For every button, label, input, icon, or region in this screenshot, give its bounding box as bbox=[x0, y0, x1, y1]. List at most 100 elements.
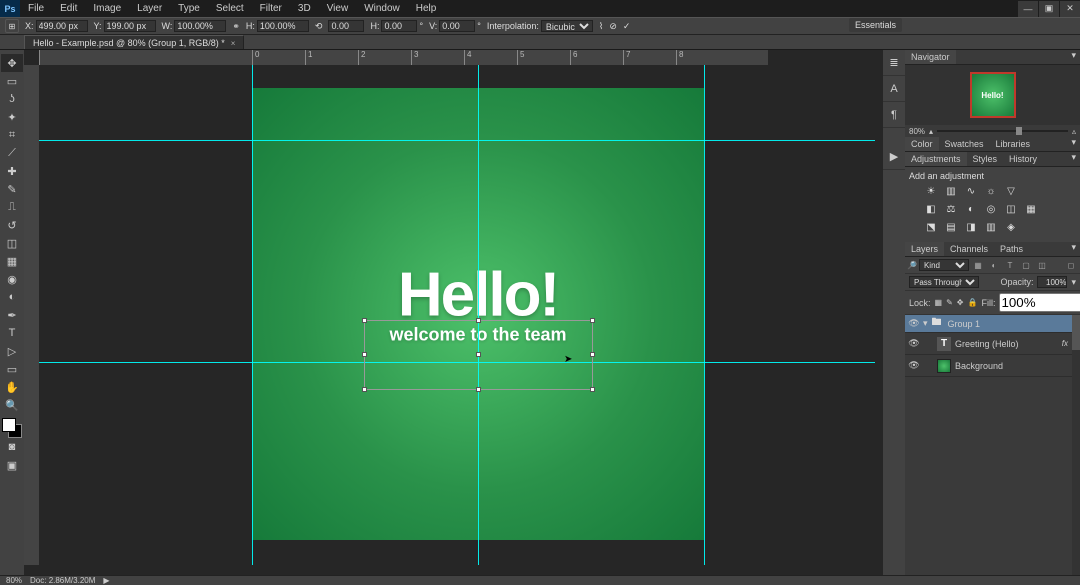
layer-filter-kind[interactable]: Kind bbox=[919, 259, 969, 271]
threshold-icon[interactable]: ◨ bbox=[964, 220, 978, 234]
commit-transform-icon[interactable]: ✓ bbox=[623, 21, 631, 32]
character-icon[interactable]: A bbox=[883, 76, 905, 102]
layer-name[interactable]: Background bbox=[955, 361, 1003, 371]
foreground-background-colors[interactable] bbox=[2, 418, 22, 438]
document-tab[interactable]: Hello - Example.psd @ 80% (Group 1, RGB/… bbox=[24, 35, 244, 49]
menu-type[interactable]: Type bbox=[170, 3, 208, 14]
navigator-panel[interactable]: Hello! bbox=[905, 65, 1080, 125]
hue-sat-icon[interactable]: ◧ bbox=[924, 202, 938, 216]
swatches-tab[interactable]: Swatches bbox=[939, 137, 990, 151]
marquee-tool[interactable]: ▭ bbox=[1, 72, 23, 90]
opacity-dropdown-icon[interactable]: ▾ bbox=[1071, 277, 1076, 288]
free-transform-box[interactable] bbox=[364, 320, 593, 390]
transform-handle[interactable] bbox=[362, 387, 367, 392]
layer-name[interactable]: Group 1 bbox=[948, 319, 981, 329]
fill-input[interactable] bbox=[999, 293, 1080, 312]
blend-mode-select[interactable]: Pass Through bbox=[909, 276, 979, 288]
shape-tool[interactable]: ▭ bbox=[1, 360, 23, 378]
libraries-tab[interactable]: Libraries bbox=[990, 137, 1037, 151]
transform-handle[interactable] bbox=[590, 352, 595, 357]
lock-transparency-icon[interactable]: ▦ bbox=[935, 297, 943, 309]
h-input[interactable] bbox=[257, 20, 309, 32]
warp-mode-icon[interactable]: ⌇ bbox=[599, 21, 603, 32]
layer-effects-badge[interactable]: fx bbox=[1062, 339, 1068, 348]
link-wh-icon[interactable]: ⚭ bbox=[232, 21, 240, 32]
color-tab[interactable]: Color bbox=[905, 137, 939, 151]
filter-adjust-icon[interactable]: ◐ bbox=[987, 259, 1001, 271]
menu-layer[interactable]: Layer bbox=[129, 3, 170, 14]
blur-tool[interactable]: ◉ bbox=[1, 270, 23, 288]
panel-menu-icon[interactable]: ▾ bbox=[1067, 152, 1080, 166]
pen-tool[interactable]: ✒ bbox=[1, 306, 23, 324]
panel-menu-icon[interactable]: ▾ bbox=[1067, 242, 1080, 256]
styles-tab[interactable]: Styles bbox=[967, 152, 1004, 166]
menu-view[interactable]: View bbox=[319, 3, 357, 14]
zoom-in-icon[interactable]: ▵ bbox=[1072, 127, 1076, 136]
menu-file[interactable]: File bbox=[20, 3, 52, 14]
horizontal-ruler[interactable]: 012345678 bbox=[39, 50, 768, 65]
levels-icon[interactable]: ▥ bbox=[944, 184, 958, 198]
history-brush-tool[interactable]: ↺ bbox=[1, 216, 23, 234]
menu-3d[interactable]: 3D bbox=[290, 3, 319, 14]
history-icon[interactable]: ≣ bbox=[883, 50, 905, 76]
visibility-toggle-icon[interactable]: 👁 bbox=[905, 318, 923, 329]
layer-name[interactable]: Greeting (Hello) bbox=[955, 339, 1019, 349]
reference-point-widget[interactable]: ⊞ bbox=[5, 19, 19, 33]
w-input[interactable] bbox=[174, 20, 226, 32]
x-input[interactable] bbox=[36, 20, 88, 32]
path-selection-tool[interactable]: ▷ bbox=[1, 342, 23, 360]
filter-toggle-icon[interactable]: ◻ bbox=[1064, 259, 1078, 271]
hand-tool[interactable]: ✋ bbox=[1, 378, 23, 396]
move-tool[interactable]: ✥ bbox=[1, 54, 23, 72]
visibility-toggle-icon[interactable]: 👁 bbox=[905, 360, 923, 371]
close-button[interactable]: ✕ bbox=[1060, 1, 1080, 17]
actions-icon[interactable]: ▶ bbox=[883, 144, 905, 170]
foreground-color-swatch[interactable] bbox=[2, 418, 16, 432]
screen-mode-toggle[interactable]: ▣ bbox=[1, 456, 23, 474]
filter-pixel-icon[interactable]: ▦ bbox=[971, 259, 985, 271]
quick-mask-toggle[interactable]: ◙ bbox=[1, 438, 23, 456]
menu-image[interactable]: Image bbox=[85, 3, 129, 14]
adjustments-tab[interactable]: Adjustments bbox=[905, 152, 967, 166]
transform-handle[interactable] bbox=[362, 352, 367, 357]
color-balance-icon[interactable]: ⚖ bbox=[944, 202, 958, 216]
transform-handle[interactable] bbox=[590, 387, 595, 392]
channel-mixer-icon[interactable]: ◫ bbox=[1004, 202, 1018, 216]
paragraph-icon[interactable]: ¶ bbox=[883, 102, 905, 128]
transform-handle[interactable] bbox=[476, 318, 481, 323]
healing-brush-tool[interactable]: ✚ bbox=[1, 162, 23, 180]
document-viewport[interactable]: Hello! welcome to the team bbox=[39, 65, 875, 565]
navigator-tab[interactable]: Navigator bbox=[905, 50, 956, 64]
lasso-tool[interactable]: ʖ bbox=[1, 90, 23, 108]
gradient-tool[interactable]: ▦ bbox=[1, 252, 23, 270]
paths-tab[interactable]: Paths bbox=[994, 242, 1029, 256]
filter-smart-icon[interactable]: ◫ bbox=[1035, 259, 1049, 271]
lock-pixels-icon[interactable]: ✎ bbox=[946, 297, 953, 309]
transform-handle[interactable] bbox=[362, 318, 367, 323]
layers-tab[interactable]: Layers bbox=[905, 242, 944, 256]
layers-scrollbar-thumb[interactable] bbox=[1072, 315, 1080, 350]
navigator-thumbnail[interactable]: Hello! bbox=[970, 72, 1016, 118]
layer-row-group[interactable]: 👁 ▾ 🖿 Group 1 bbox=[905, 315, 1080, 333]
eyedropper-tool[interactable]: ⟋ bbox=[1, 144, 23, 162]
document-tab-close-icon[interactable]: × bbox=[231, 39, 236, 48]
panel-menu-icon[interactable]: ▾ bbox=[1067, 50, 1080, 64]
vibrance-icon[interactable]: ▽ bbox=[1004, 184, 1018, 198]
status-play-icon[interactable]: ▶ bbox=[103, 576, 109, 585]
minimize-button[interactable]: — bbox=[1018, 1, 1038, 17]
gradient-map-icon[interactable]: ▥ bbox=[984, 220, 998, 234]
layer-list[interactable]: 👁 ▾ 🖿 Group 1 👁 T Greeting (Hello) fx ▾ … bbox=[905, 315, 1080, 575]
layer-thumbnail[interactable] bbox=[937, 359, 951, 373]
skew-h-input[interactable] bbox=[381, 20, 417, 32]
invert-icon[interactable]: ⬔ bbox=[924, 220, 938, 234]
type-tool[interactable]: T bbox=[1, 324, 23, 342]
y-input[interactable] bbox=[104, 20, 156, 32]
clone-stamp-tool[interactable]: ⎍ bbox=[1, 198, 23, 216]
transform-center[interactable] bbox=[476, 352, 481, 357]
layers-scrollbar[interactable] bbox=[1072, 315, 1080, 575]
exposure-icon[interactable]: ☼ bbox=[984, 184, 998, 198]
transform-handle[interactable] bbox=[590, 318, 595, 323]
status-doc-info[interactable]: Doc: 2.86M/3.20M bbox=[30, 576, 95, 585]
channels-tab[interactable]: Channels bbox=[944, 242, 994, 256]
dodge-tool[interactable]: ◐ bbox=[1, 288, 23, 306]
